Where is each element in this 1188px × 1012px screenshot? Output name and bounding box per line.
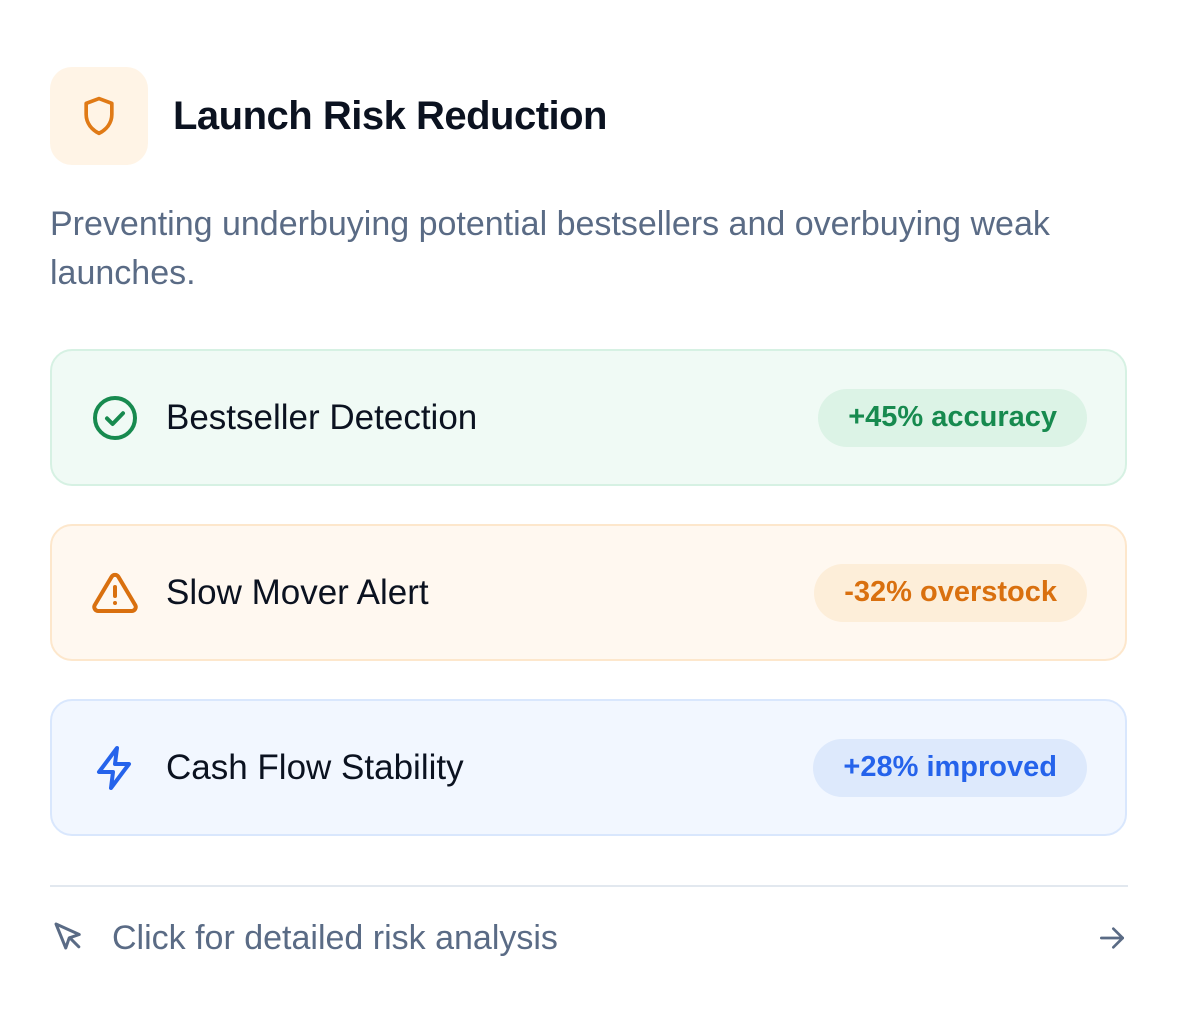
card-title: Launch Risk Reduction <box>173 93 608 138</box>
metric-label: Slow Mover Alert <box>166 572 429 612</box>
warning-triangle-icon <box>90 568 140 618</box>
card-header: Launch Risk Reduction <box>50 67 608 165</box>
metric-bestseller-detection: Bestseller Detection +45% accuracy <box>50 349 1127 486</box>
risk-reduction-card[interactable]: Launch Risk Reduction Preventing underbu… <box>0 0 1188 1012</box>
cursor-pointer-icon <box>50 918 86 959</box>
metric-label: Bestseller Detection <box>166 397 478 437</box>
metric-badge: -32% overstock <box>814 563 1087 622</box>
lightning-icon <box>90 743 140 793</box>
arrow-right-icon[interactable] <box>1096 922 1128 959</box>
check-circle-icon <box>90 393 140 443</box>
card-description: Preventing underbuying potential bestsel… <box>50 205 1050 292</box>
divider <box>50 885 1128 887</box>
detailed-analysis-link[interactable]: Click for detailed risk analysis <box>50 910 1128 966</box>
metric-cash-flow-stability: Cash Flow Stability +28% improved <box>50 699 1127 836</box>
metric-label: Cash Flow Stability <box>166 747 464 787</box>
metric-badge: +45% accuracy <box>818 388 1087 447</box>
metric-badge: +28% improved <box>813 738 1087 797</box>
metric-slow-mover-alert: Slow Mover Alert -32% overstock <box>50 524 1127 661</box>
shield-icon <box>50 67 148 165</box>
footer-link-text[interactable]: Click for detailed risk analysis <box>112 919 558 958</box>
